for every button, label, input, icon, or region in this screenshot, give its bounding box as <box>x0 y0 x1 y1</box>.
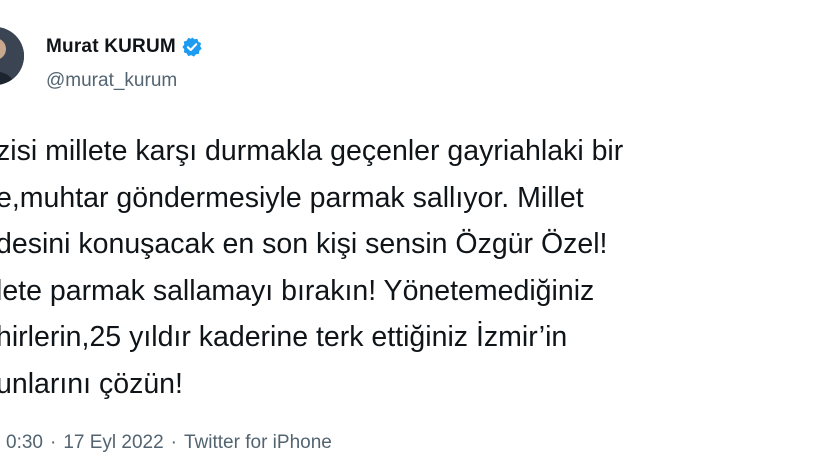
tweet-line: unlarını çözün! <box>0 367 183 400</box>
author-display-name[interactable]: Murat KURUM <box>46 36 203 58</box>
tweet-line: lete parmak sallamayı bırakın! Yönetemed… <box>0 274 595 307</box>
tweet-line: e,muhtar göndermesiyle parmak sallıyor. … <box>0 181 584 214</box>
avatar-image <box>0 27 24 85</box>
author-handle[interactable]: @murat_kurum <box>46 70 177 92</box>
tweet-meta: 0:30 · 17 Eyl 2022 · Twitter for iPhone <box>6 432 332 454</box>
tweet-text: zisi millete karşı durmakla geçenler gay… <box>0 128 826 407</box>
verified-badge-icon <box>181 36 203 58</box>
tweet-source[interactable]: Twitter for iPhone <box>184 432 332 453</box>
tweet-line: desini konuşacak en son kişi sensin Özgü… <box>0 228 608 260</box>
tweet-date[interactable]: 17 Eyl 2022 <box>63 432 163 453</box>
author-name-text: Murat KURUM <box>46 36 176 57</box>
avatar[interactable] <box>0 27 24 85</box>
meta-separator: · <box>170 432 177 453</box>
tweet-time[interactable]: 0:30 <box>6 432 43 453</box>
tweet-line: zisi millete karşı durmakla geçenler gay… <box>0 135 624 167</box>
meta-separator: · <box>49 432 57 453</box>
tweet-line: hirlerin,25 yıldır kaderine terk ettiğin… <box>0 321 568 353</box>
